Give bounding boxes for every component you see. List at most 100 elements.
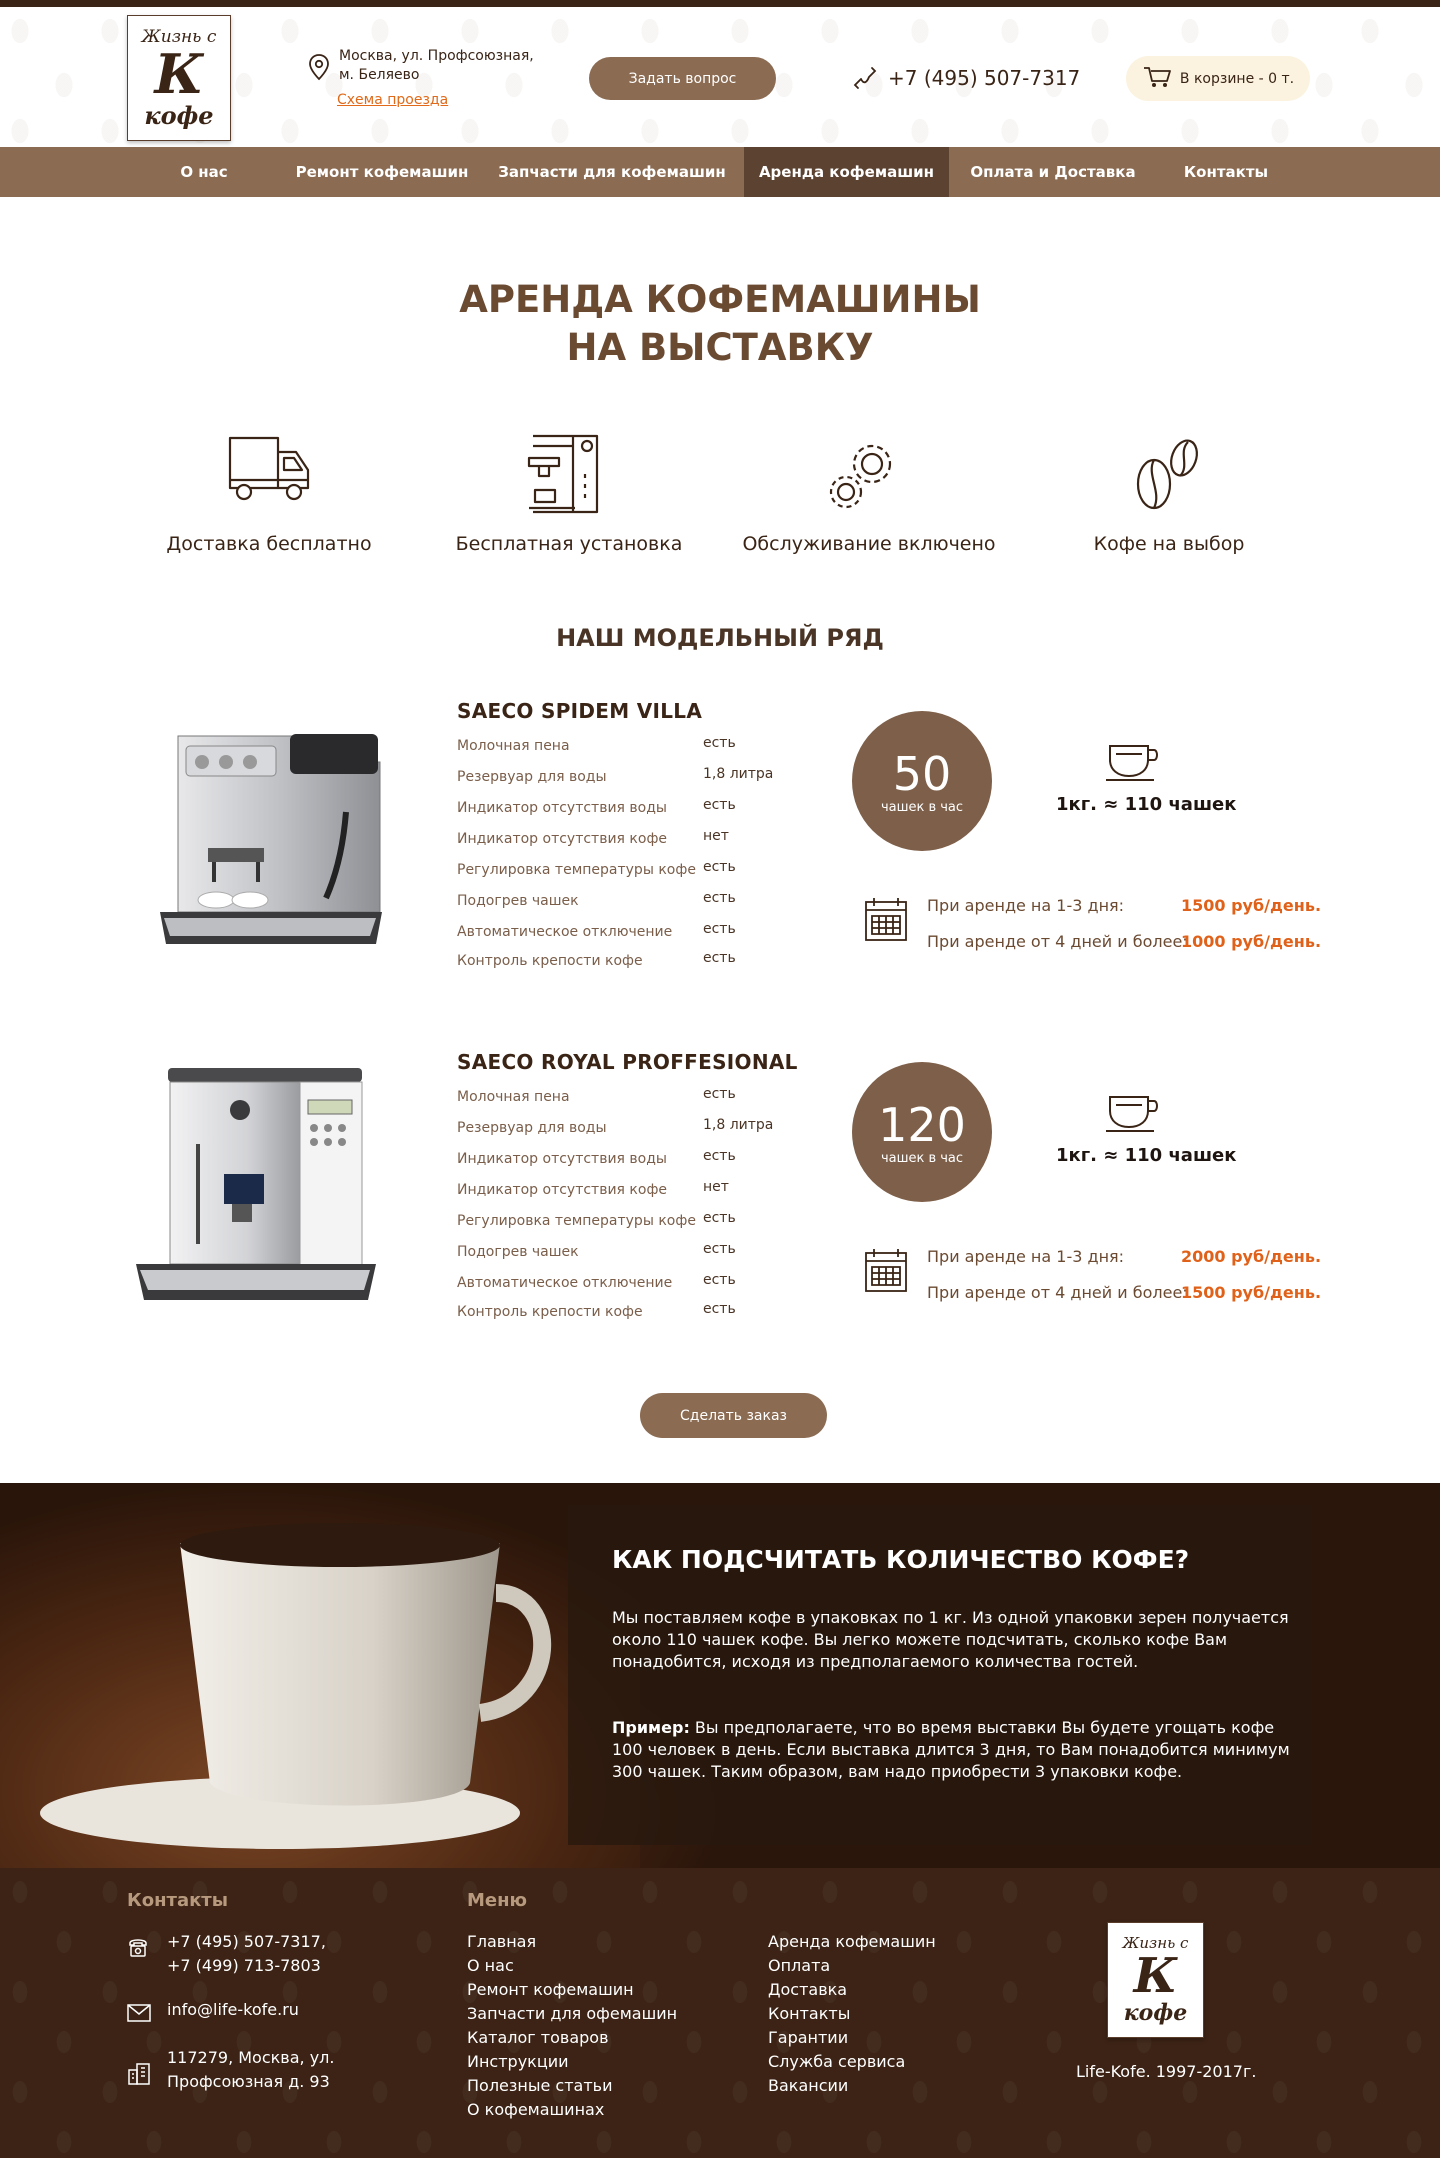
coffee-machine-icon [525,432,615,522]
footer-copyright: Life-Kofe. 1997-2017г. [1076,2062,1257,2081]
logo-line2: кофе [1123,2000,1188,2026]
footer-link-catalog[interactable]: Каталог товаров [467,2026,677,2050]
logo-letter: К [1133,1948,1178,2004]
spec-name: Индикатор отсутствия воды [457,800,667,816]
calendar-icon [864,896,908,946]
ask-question-button[interactable]: Задать вопрос [589,57,776,100]
gears-icon [824,440,914,530]
spec-value: 1,8 литра [703,1117,774,1133]
spec-row: Молочная пена есть [457,735,787,754]
spec-value: есть [703,1301,736,1317]
phone-icon [127,1936,149,1962]
footer-link-contacts[interactable]: Контакты [768,2002,936,2026]
spec-name: Резервуар для воды [457,769,607,785]
footer-link-payment[interactable]: Оплата [768,1954,936,1978]
logo[interactable]: Жизнь с К кофе [127,15,231,141]
spec-name: Индикатор отсутствия кофе [457,831,668,847]
footer-contacts-title: Контакты [127,1890,229,1911]
coffee-calc-section: КАК ПОДСЧИТАТЬ КОЛИЧЕСТВО КОФЕ? Мы поста… [0,1483,1440,1868]
cups-per-hour-label: чашек в час [880,799,964,815]
spec-value: есть [703,735,736,751]
coffee-beans-icon [1126,434,1216,524]
spec-row: Регулировка температуры кофе есть [457,1210,787,1229]
spec-name: Молочная пена [457,738,570,754]
top-strip [0,0,1440,7]
footer-email[interactable]: info@life-kofe.ru [167,1998,299,2022]
spec-value: есть [703,921,736,937]
nav-item-contacts[interactable]: Контакты [1164,147,1288,197]
header: Жизнь с К кофе Москва, ул. Профсоюзная, … [0,7,1440,147]
footer-link-guarantees[interactable]: Гарантии [768,2026,936,2050]
address-line1: Москва, ул. Профсоюзная, [339,48,534,64]
footer-link-delivery[interactable]: Доставка [768,1978,936,2002]
spec-row: Подогрев чашек есть [457,1241,787,1260]
spec-row: Автоматическое отключение есть [457,1272,787,1291]
spec-value: нет [703,828,729,844]
order-button[interactable]: Сделать заказ [640,1393,827,1438]
feature-delivery: Доставка бесплатно [166,533,372,555]
price1-value: 2000 руб/день. [1181,1247,1322,1266]
main-nav: О нас Ремонт кофемашин Запчасти для кофе… [0,147,1440,197]
footer-link-articles[interactable]: Полезные статьи [467,2074,677,2098]
footer-phone2[interactable]: +7 (499) 713-7803 [167,1954,321,1978]
cups-per-hour-value: 120 [878,1097,966,1152]
footer-link-rent[interactable]: Аренда кофемашин [768,1930,936,1954]
cart-icon [1142,65,1172,93]
coffee-cup-icon [1104,742,1162,788]
spec-name: Резервуар для воды [457,1120,607,1136]
spec-value: нет [703,1179,729,1195]
price1-label: При аренде на 1-3 дня: [927,1247,1125,1266]
price1-value: 1500 руб/день. [1181,896,1322,915]
location-pin-icon [308,53,330,85]
cups-per-hour-value: 50 [892,746,952,801]
spec-value: есть [703,1210,736,1226]
truck-icon [224,432,314,522]
phone-icon [852,65,878,95]
model-title: SAECO SPIDEM VILLA [457,699,703,723]
spec-name: Контроль крепости кофе [457,953,643,969]
logo-line2: кофе [144,100,214,130]
cups-per-hour-badge: 50 чашек в час [852,711,992,851]
footer-menu-col1: Главная О нас Ремонт кофемашин Запчасти … [467,1930,677,2122]
footer-link-instructions[interactable]: Инструкции [467,2050,677,2074]
spec-name: Индикатор отсутствия кофе [457,1182,668,1198]
nav-item-parts[interactable]: Запчасти для кофемашин [496,147,728,197]
footer-link-parts[interactable]: Запчасти для офемашин [467,2002,677,2026]
email-icon [127,2004,151,2026]
footer-menu-col2: Аренда кофемашин Оплата Доставка Контакт… [768,1930,936,2098]
nav-item-repair[interactable]: Ремонт кофемашин [290,147,474,197]
footer: Контакты +7 (495) 507-7317, +7 (499) 713… [0,1868,1440,2158]
footer-link-service[interactable]: Служба сервиса [768,2050,936,2074]
spec-row: Подогрев чашек есть [457,890,787,909]
header-phone[interactable]: +7 (495) 507-7317 [888,66,1080,90]
nav-item-rent[interactable]: Аренда кофемашин [744,147,949,197]
feature-service: Обслуживание включено [742,533,996,555]
footer-link-vacancies[interactable]: Вакансии [768,2074,936,2098]
spec-row: Молочная пена есть [457,1086,787,1105]
footer-link-about-machines[interactable]: О кофемашинах [467,2098,677,2122]
cart-button[interactable]: В корзине - 0 т. [1126,56,1310,101]
nav-item-payment[interactable]: Оплата и Доставка [966,147,1140,197]
nav-item-about[interactable]: О нас [160,147,248,197]
footer-link-about[interactable]: О нас [467,1954,677,1978]
price1-label: При аренде на 1-3 дня: [927,896,1125,915]
coffee-calc-paragraph: Мы поставляем кофе в упаковках по 1 кг. … [612,1608,1289,1671]
coffee-yield: 1кг. ≈ 110 чашек [1056,794,1237,815]
footer-phone1[interactable]: +7 (495) 507-7317, [167,1930,326,1954]
example-text: Вы предполагаете, что во время выставки … [612,1718,1290,1781]
feature-installation: Бесплатная установка [455,533,683,555]
footer-logo[interactable]: Жизнь с К кофе [1107,1922,1204,2038]
page-title-line1: АРЕНДА КОФЕМАШИНЫ [459,278,981,321]
coffee-calc-title: КАК ПОДСЧИТАТЬ КОЛИЧЕСТВО КОФЕ? [612,1545,1190,1574]
address-line2: м. Беляево [339,67,420,83]
spec-row: Регулировка температуры кофе есть [457,859,787,878]
spec-value: 1,8 литра [703,766,774,782]
map-link[interactable]: Схема проезда [337,92,448,108]
spec-name: Автоматическое отключение [457,1275,673,1291]
footer-link-home[interactable]: Главная [467,1930,677,1954]
footer-link-repair[interactable]: Ремонт кофемашин [467,1978,677,2002]
spec-value: есть [703,1148,736,1164]
spec-row: Индикатор отсутствия кофе нет [457,828,787,847]
spec-row: Резервуар для воды 1,8 литра [457,1117,787,1136]
spec-name: Автоматическое отключение [457,924,673,940]
